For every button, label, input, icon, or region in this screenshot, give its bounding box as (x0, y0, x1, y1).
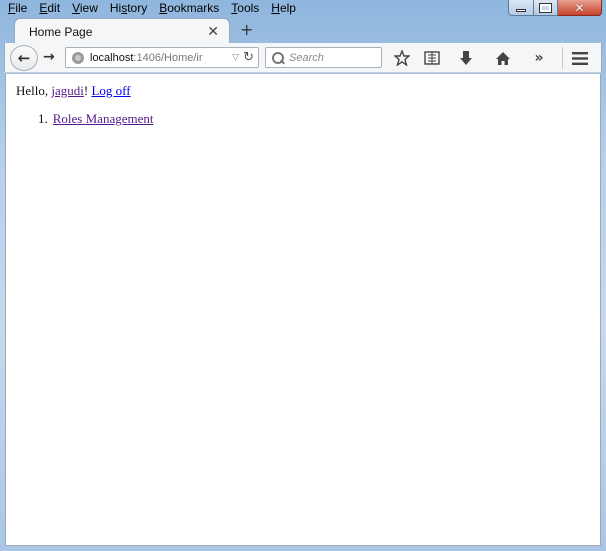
list-number: 1. (38, 111, 48, 126)
menu-history[interactable]: History (110, 0, 147, 16)
maximize-button[interactable] (534, 0, 558, 16)
menu-edit[interactable]: Edit (39, 0, 60, 16)
back-button[interactable]: ← (10, 45, 38, 71)
download-icon[interactable] (455, 48, 477, 68)
minimize-icon (516, 9, 526, 12)
site-identity-icon[interactable] (72, 51, 84, 64)
menu-help[interactable]: Help (271, 0, 296, 16)
home-icon[interactable] (492, 48, 514, 68)
browser-window: File Edit View History Bookmarks Tools H… (0, 0, 606, 551)
new-tab-button[interactable]: + (240, 22, 253, 38)
maximize-icon (539, 2, 552, 13)
greeting: Hello, jagudi! Log off (16, 83, 131, 99)
menu-bar: File Edit View History Bookmarks Tools H… (0, 0, 606, 16)
page-content: Hello, jagudi! Log off 1. Roles Managemen… (5, 74, 601, 546)
reader-icon[interactable] (421, 48, 443, 68)
menu-file[interactable]: File (8, 0, 27, 16)
window-controls: ✕ (508, 0, 602, 16)
toolbar-separator (562, 47, 563, 69)
close-window-button[interactable]: ✕ (558, 0, 602, 16)
menu-bookmarks[interactable]: Bookmarks (159, 0, 219, 16)
search-icon (272, 51, 284, 64)
reload-icon[interactable]: ↻ (243, 50, 254, 65)
back-arrow-icon: ← (17, 49, 31, 67)
forward-button[interactable]: → (43, 49, 55, 65)
tab-home-page[interactable]: Home Page ✕ (14, 18, 230, 45)
list-item: 1. Roles Management (38, 111, 153, 127)
url-dropdown-icon[interactable]: ▽ (232, 52, 239, 63)
menu-icon[interactable] (569, 48, 591, 68)
menu-view[interactable]: View (72, 0, 98, 16)
menu-tools[interactable]: Tools (231, 0, 259, 16)
roles-management-link[interactable]: Roles Management (53, 111, 154, 126)
tab-strip: Home Page ✕ + (0, 16, 606, 45)
greeting-prefix: Hello, (16, 83, 52, 98)
tab-close-icon[interactable]: ✕ (207, 24, 219, 40)
minimize-button[interactable] (508, 0, 534, 16)
close-icon: ✕ (574, 0, 585, 15)
search-bar[interactable] (265, 47, 382, 68)
url-bar[interactable]: localhost:1406/Home/ir ▽ ↻ (65, 47, 259, 68)
url-text[interactable]: localhost:1406/Home/ir (90, 52, 228, 64)
tab-title: Home Page (29, 25, 93, 39)
overflow-icon[interactable]: » (528, 48, 550, 68)
logoff-link[interactable]: Log off (91, 83, 130, 98)
star-icon[interactable] (391, 48, 413, 68)
navigation-toolbar: ← → localhost:1406/Home/ir ▽ ↻ » (4, 43, 602, 73)
search-input[interactable] (289, 51, 379, 64)
menu-list: 1. Roles Management (38, 111, 153, 127)
username-link[interactable]: jagudi (51, 83, 84, 98)
